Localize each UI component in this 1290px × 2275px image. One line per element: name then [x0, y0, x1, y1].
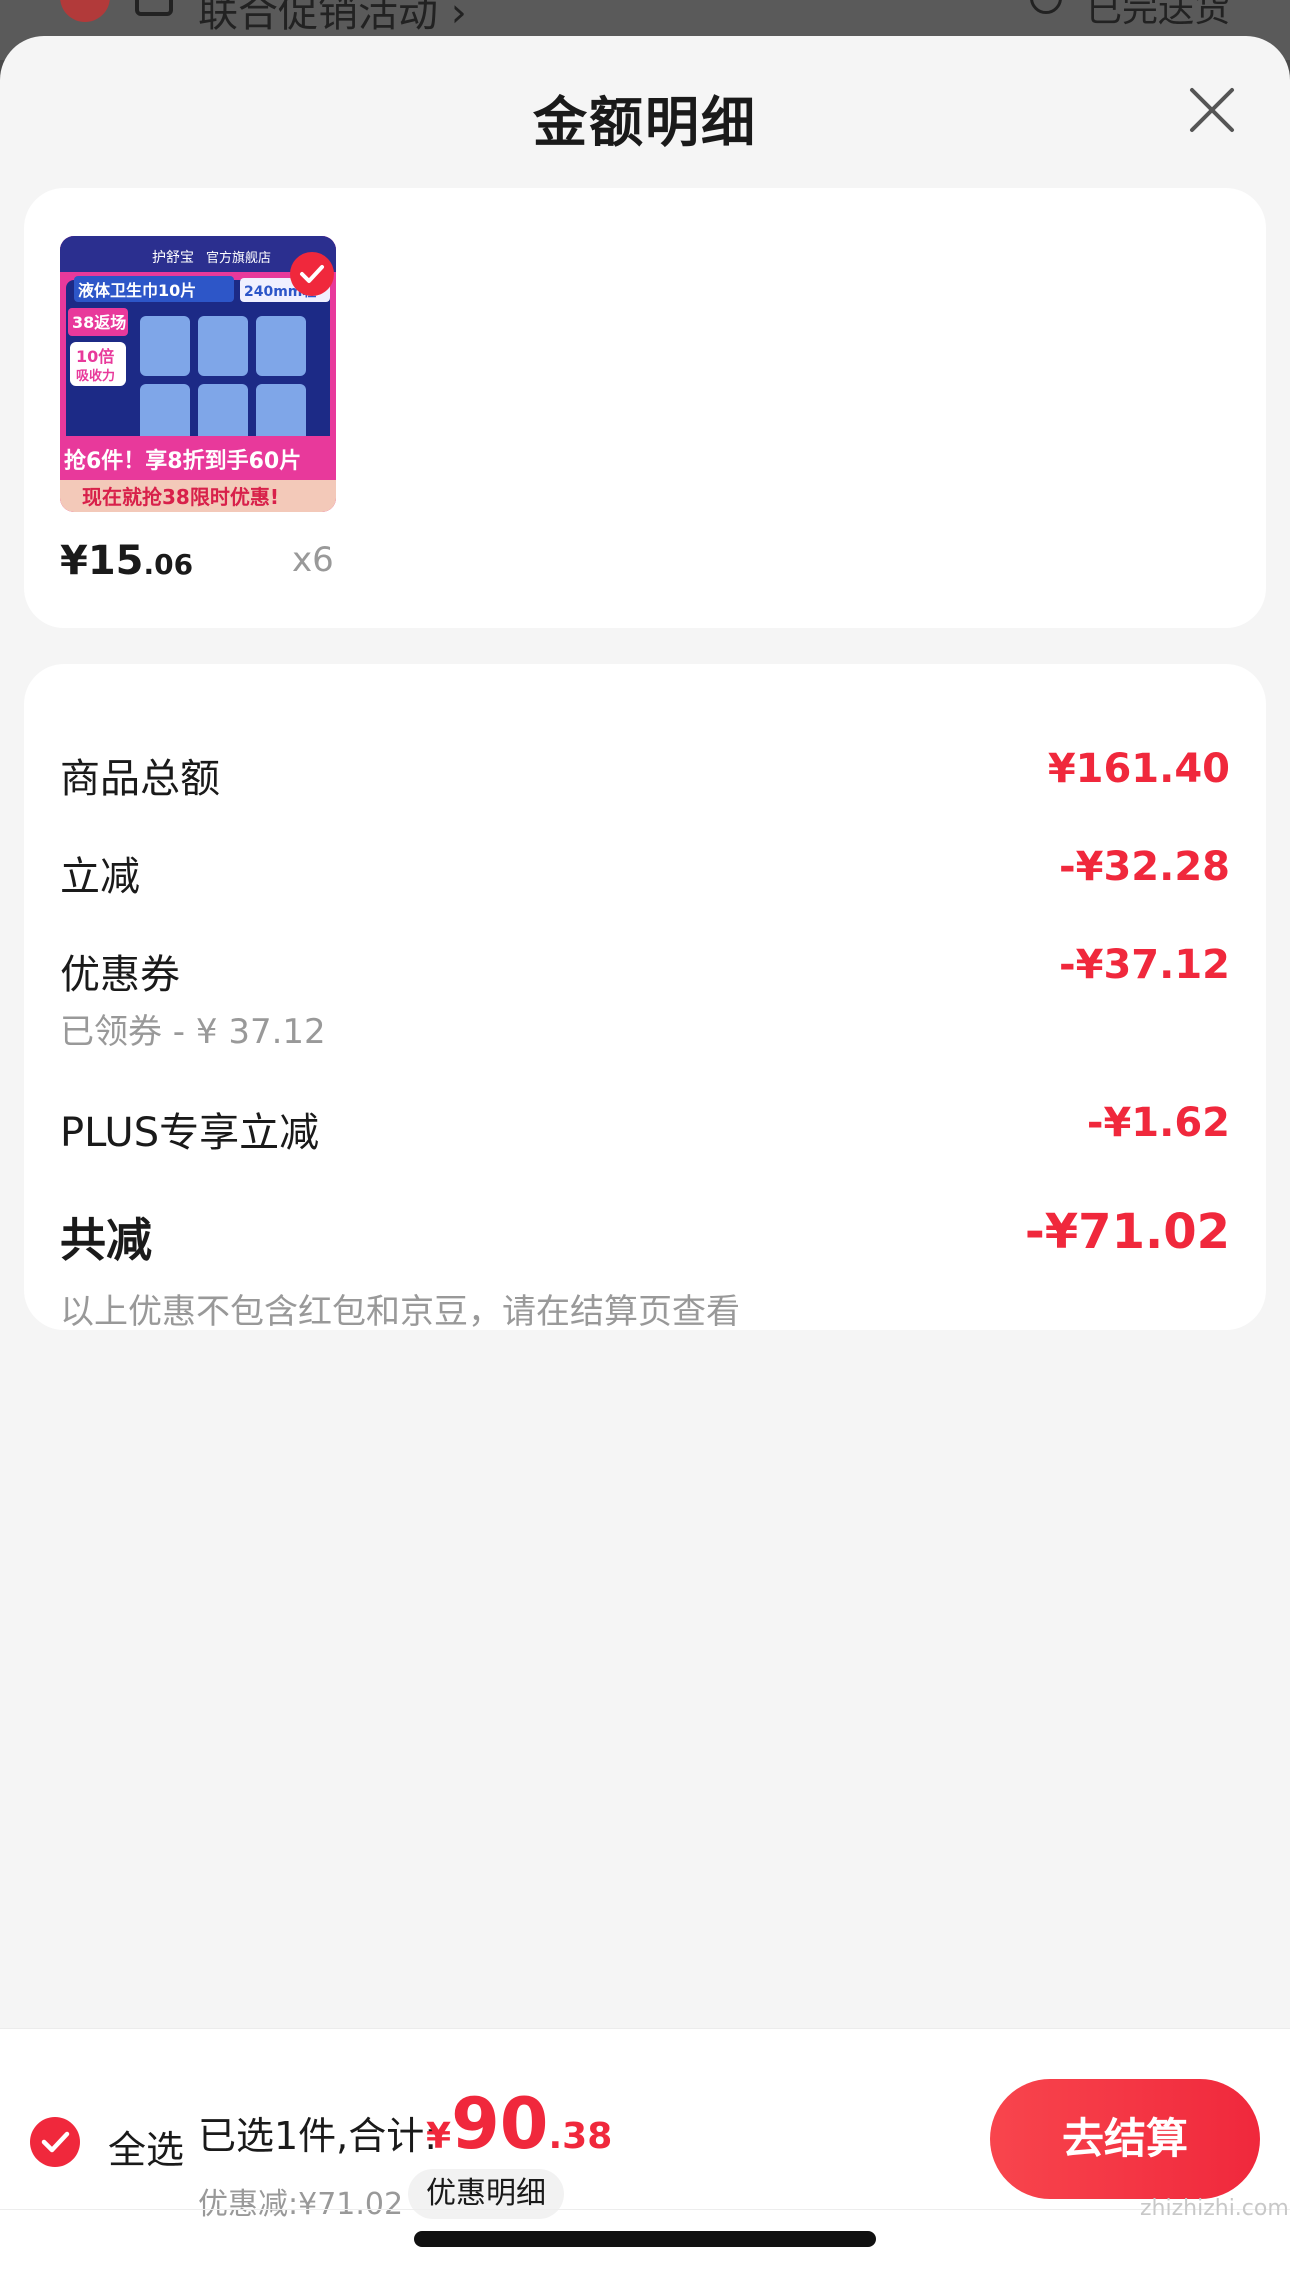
shop-bag-icon	[135, 0, 173, 16]
detail-label: 立减	[60, 854, 140, 900]
checkout-button[interactable]: 去结算	[990, 2079, 1260, 2199]
divider	[0, 2209, 1290, 2210]
thumb-brand: 护舒宝	[152, 250, 194, 266]
sheet-title: 金额明细	[533, 91, 757, 154]
discount-detail-button[interactable]: 优惠明细	[408, 2169, 564, 2219]
home-indicator[interactable]	[414, 2231, 876, 2247]
detail-note: 以上优惠不包含红包和京豆，请在结算页查看	[60, 1292, 740, 1332]
select-all-checkbox[interactable]	[30, 2117, 80, 2167]
discount-summary: 优惠减:¥71.02	[198, 2187, 404, 2222]
product-quantity: x6	[292, 540, 334, 580]
price-integer: 15	[87, 538, 144, 584]
thumb-promo: 抢6件！享8折到手60片	[64, 448, 301, 474]
total-price: ¥90.38	[426, 2083, 612, 2165]
amount-detail-card: 商品总额 ¥161.40 立减 -¥32.28 优惠券 -¥37.12 已领券 …	[24, 664, 1266, 1332]
detail-subtext: 已领券 - ¥ 37.12	[60, 1012, 326, 1052]
thumb-badge: 38返场	[72, 313, 126, 332]
product-price: ¥15.06	[60, 538, 193, 584]
watermark: zhizhizhi.com	[1140, 2196, 1289, 2221]
check-icon	[300, 265, 324, 283]
thumb-store: 官方旗舰店	[206, 250, 271, 266]
detail-label: 商品总额	[60, 756, 220, 802]
detail-amount: ¥161.40	[1047, 746, 1230, 792]
thumb-feature-big: 10倍	[76, 347, 114, 366]
close-button[interactable]	[1184, 82, 1240, 138]
close-icon	[1190, 88, 1234, 132]
shop-dot-icon	[60, 0, 110, 22]
detail-amount: -¥1.62	[1086, 1100, 1230, 1146]
detail-label: 优惠券	[60, 952, 180, 998]
product-thumbnail[interactable]: 护舒宝 官方旗舰店 液体卫生巾10片 240mm轻 38返场 10倍 吸收力 抢…	[60, 236, 336, 512]
detail-label: 共减	[60, 1213, 152, 1267]
detail-label: PLUS专享立减	[60, 1110, 320, 1156]
price-decimal: .06	[143, 548, 194, 581]
price-symbol: ¥	[60, 538, 88, 584]
product-card: 护舒宝 官方旗舰店 液体卫生巾10片 240mm轻 38返场 10倍 吸收力 抢…	[24, 188, 1266, 628]
total-decimal: .38	[548, 2116, 613, 2157]
thumb-line1: 液体卫生巾10片	[78, 281, 196, 300]
total-symbol: ¥	[426, 2116, 452, 2157]
select-all-label[interactable]: 全选	[108, 2119, 184, 2174]
total-integer: 90	[451, 2083, 549, 2165]
info-icon	[1030, 0, 1062, 14]
thumb-banner: 现在就抢38限时优惠!	[82, 485, 279, 509]
background-status-text: 已完送货	[1085, 0, 1230, 30]
product-selected-check[interactable]	[290, 252, 334, 296]
detail-amount: -¥71.02	[1024, 1204, 1230, 1260]
thumb-feature-small: 吸收力	[76, 368, 115, 384]
background-promo-title: 联合促销活动 ›	[198, 0, 467, 36]
selected-count-label: 已选1件,合计:	[198, 2114, 438, 2158]
amount-detail-sheet: 金额明细 护舒宝 官方旗舰店 液体卫生巾10片 240mm轻 38返场 10倍 …	[0, 36, 1290, 2275]
detail-amount: -¥32.28	[1059, 844, 1230, 890]
detail-amount: -¥37.12	[1059, 942, 1230, 988]
check-icon	[41, 2131, 70, 2153]
